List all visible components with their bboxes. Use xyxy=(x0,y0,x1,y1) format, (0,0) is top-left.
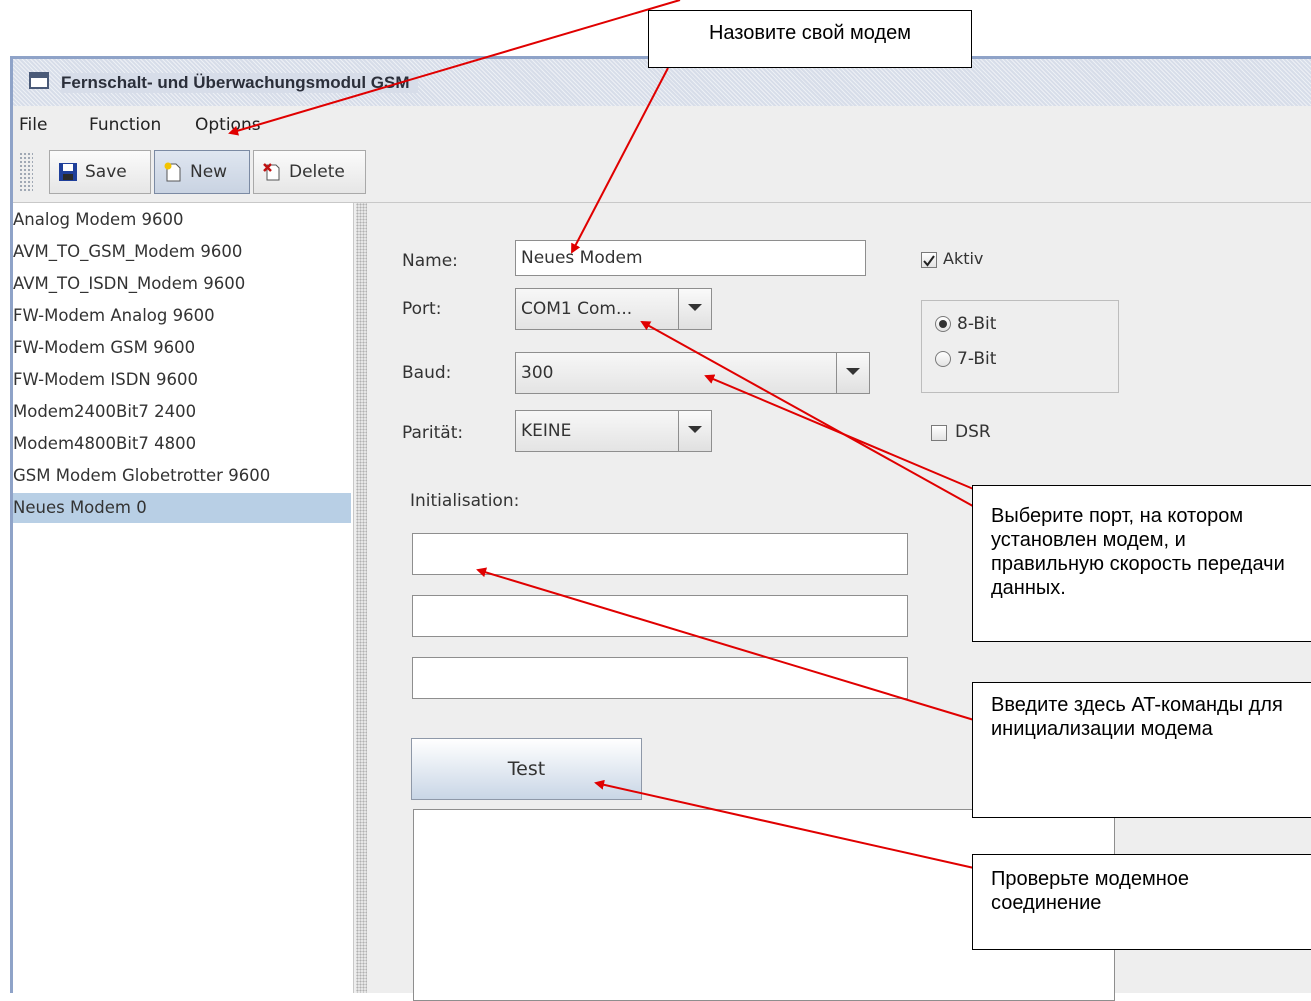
list-item[interactable]: FW-Modem GSM 9600 xyxy=(13,333,351,363)
dsr-checkbox[interactable] xyxy=(931,425,947,441)
modem-list: Analog Modem 9600 AVM_TO_GSM_Modem 9600 … xyxy=(13,203,354,993)
toolbar-grip[interactable] xyxy=(19,152,33,192)
menu-bar: File Function Options xyxy=(13,106,1311,142)
parity-dropdown[interactable]: KEINE xyxy=(515,410,712,452)
menu-options[interactable]: Options xyxy=(195,115,261,135)
toolbar: Save New Delete xyxy=(13,142,1311,203)
port-dropdown[interactable]: COM1 Com... xyxy=(515,288,712,330)
list-item[interactable]: FW-Modem ISDN 9600 xyxy=(13,365,351,395)
list-item[interactable]: AVM_TO_GSM_Modem 9600 xyxy=(13,237,351,267)
test-button[interactable]: Test xyxy=(411,738,642,800)
menu-file[interactable]: File xyxy=(19,115,47,135)
callout-name-modem: Назовите свой модем xyxy=(648,10,972,68)
new-button-label: New xyxy=(190,162,228,182)
window-title: Fernschalt- und Überwachungsmodul GSM xyxy=(61,73,418,93)
menu-function[interactable]: Function xyxy=(89,115,161,135)
checkmark-icon xyxy=(923,255,935,267)
radio-7-bit-label: 7-Bit xyxy=(957,349,997,369)
delete-button[interactable]: Delete xyxy=(253,150,366,194)
chevron-down-icon[interactable] xyxy=(678,411,711,451)
dsr-label: DSR xyxy=(955,422,991,442)
split-pane-divider[interactable] xyxy=(356,203,367,993)
name-input[interactable]: Neues Modem xyxy=(515,240,866,276)
baud-dropdown[interactable]: 300 xyxy=(515,352,870,394)
chevron-down-icon[interactable] xyxy=(836,353,869,393)
list-item[interactable]: GSM Modem Globetrotter 9600 xyxy=(13,461,351,491)
aktiv-checkbox[interactable] xyxy=(921,252,937,268)
floppy-disk-icon xyxy=(58,162,78,182)
list-item[interactable]: Analog Modem 9600 xyxy=(13,205,351,235)
callout-at-commands: Введите здесь AT-команды для инициализац… xyxy=(972,682,1311,818)
list-item[interactable]: FW-Modem Analog 9600 xyxy=(13,301,351,331)
bits-radio-group xyxy=(921,300,1119,393)
parity-label: Parität: xyxy=(402,423,464,443)
delete-button-label: Delete xyxy=(289,162,345,182)
delete-document-icon xyxy=(262,162,282,182)
init-command-input-3[interactable] xyxy=(412,657,908,699)
window-icon xyxy=(29,72,49,89)
radio-8-bit-label: 8-Bit xyxy=(957,314,997,334)
parity-value: KEINE xyxy=(521,421,572,441)
aktiv-label: Aktiv xyxy=(943,249,984,268)
port-label: Port: xyxy=(402,299,442,319)
save-button[interactable]: Save xyxy=(49,150,151,194)
radio-8-bit[interactable] xyxy=(935,316,951,332)
init-command-input-1[interactable] xyxy=(412,533,908,575)
list-item[interactable]: Modem4800Bit7 4800 xyxy=(13,429,351,459)
callout-test-connection: Проверьте модемное соединение xyxy=(972,854,1311,950)
list-item[interactable]: AVM_TO_ISDN_Modem 9600 xyxy=(13,269,351,299)
baud-value: 300 xyxy=(521,363,554,383)
list-item-selected[interactable]: Neues Modem 0 xyxy=(13,493,351,523)
initialisation-label: Initialisation: xyxy=(410,491,520,511)
chevron-down-icon[interactable] xyxy=(678,289,711,329)
radio-7-bit[interactable] xyxy=(935,351,951,367)
callout-select-port: Выберите порт, на котором установлен мод… xyxy=(972,485,1311,642)
save-button-label: Save xyxy=(85,162,127,182)
list-item[interactable]: Modem2400Bit7 2400 xyxy=(13,397,351,427)
port-value: COM1 Com... xyxy=(521,299,633,319)
new-document-icon xyxy=(163,162,183,182)
new-button[interactable]: New xyxy=(154,150,250,194)
name-label: Name: xyxy=(402,251,458,271)
init-command-input-2[interactable] xyxy=(412,595,908,637)
baud-label: Baud: xyxy=(402,363,452,383)
